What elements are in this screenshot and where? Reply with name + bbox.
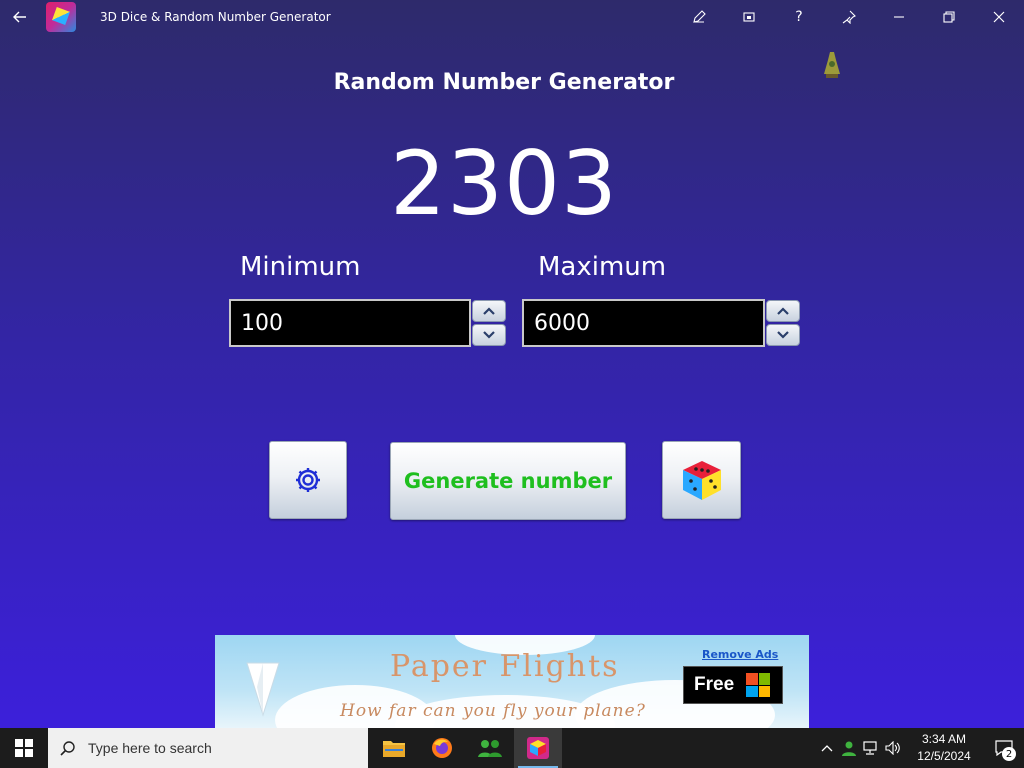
generated-number: 2303 xyxy=(390,132,618,235)
clock-time: 3:34 AM xyxy=(921,732,967,746)
start-button[interactable] xyxy=(0,728,48,768)
generate-number-button[interactable]: Generate number xyxy=(390,442,626,520)
maximum-increment-button[interactable] xyxy=(766,300,800,322)
back-button[interactable] xyxy=(0,0,40,34)
maximum-decrement-button[interactable] xyxy=(766,324,800,346)
system-tray: 3:34 AM 12/5/2024 2 xyxy=(816,728,1024,768)
page-title: Random Number Generator xyxy=(333,70,675,95)
taskbar-people-app[interactable] xyxy=(466,728,514,768)
people-icon xyxy=(478,740,502,757)
tray-user-icon[interactable] xyxy=(838,728,860,768)
notification-count-badge: 2 xyxy=(1002,747,1016,761)
gear-icon xyxy=(296,468,320,492)
minimum-stepper xyxy=(472,300,506,346)
clock-date: 12/5/2024 xyxy=(917,749,971,763)
search-placeholder: Type here to search xyxy=(88,740,212,756)
network-icon xyxy=(863,741,877,755)
person-icon xyxy=(842,741,856,756)
generate-number-label: Generate number xyxy=(403,469,613,493)
chevron-up-icon xyxy=(777,307,789,315)
app-logo-icon xyxy=(46,2,76,32)
pen-icon xyxy=(693,10,706,23)
free-label: Free xyxy=(694,674,735,695)
maximum-stepper xyxy=(766,300,800,346)
dice-app-icon xyxy=(527,737,549,759)
window-title: 3D Dice & Random Number Generator xyxy=(100,10,331,24)
taskbar-firefox[interactable] xyxy=(418,728,466,768)
network-icon[interactable] xyxy=(860,728,882,768)
taskbar: Type here to search 3:34 AM 12/5/2024 2 xyxy=(0,728,1024,768)
search-icon xyxy=(60,741,75,756)
microsoft-store-icon xyxy=(746,673,771,697)
volume-icon[interactable] xyxy=(882,728,904,768)
minimum-decrement-button[interactable] xyxy=(472,324,506,346)
maximum-input[interactable]: 6000 xyxy=(522,299,765,347)
firefox-icon xyxy=(432,738,452,758)
close-button[interactable] xyxy=(974,0,1024,34)
picture-in-picture-icon xyxy=(743,12,755,22)
folder-icon xyxy=(383,741,405,757)
ad-title: Paper Flights xyxy=(390,649,620,684)
taskbar-file-explorer[interactable] xyxy=(370,728,418,768)
close-icon xyxy=(993,11,1005,23)
title-bar: 3D Dice & Random Number Generator ? xyxy=(0,0,1024,34)
minimize-icon xyxy=(894,16,904,18)
show-hidden-icons-button[interactable] xyxy=(816,728,838,768)
ad-banner[interactable]: Paper Flights How far can you fly your p… xyxy=(215,635,809,728)
free-store-badge[interactable]: Free xyxy=(683,666,783,704)
pen-button[interactable] xyxy=(674,0,724,34)
ad-subtitle: How far can you fly your plane? xyxy=(340,701,646,721)
chevron-up-icon xyxy=(821,745,833,752)
restore-button[interactable] xyxy=(924,0,974,34)
speaker-icon xyxy=(885,741,900,755)
question-icon: ? xyxy=(795,9,803,25)
remove-ads-link[interactable]: Remove Ads xyxy=(702,648,778,661)
taskbar-dice-app[interactable] xyxy=(514,728,562,768)
chevron-down-icon xyxy=(483,331,495,339)
restore-icon xyxy=(943,11,955,23)
maximum-label: Maximum xyxy=(538,252,667,282)
action-center-button[interactable]: 2 xyxy=(984,728,1024,768)
back-arrow-icon xyxy=(13,11,26,23)
taskbar-clock[interactable]: 3:34 AM 12/5/2024 xyxy=(904,731,984,765)
minimum-label: Minimum xyxy=(240,252,361,282)
taskbar-search[interactable]: Type here to search xyxy=(48,728,368,768)
paper-plane-icon xyxy=(246,662,280,717)
windows-logo-icon xyxy=(15,739,33,757)
overlay-button[interactable] xyxy=(724,0,774,34)
settings-button[interactable] xyxy=(269,441,347,519)
pin-button[interactable] xyxy=(824,0,874,34)
minimum-input[interactable]: 100 xyxy=(229,299,471,347)
dice-button[interactable] xyxy=(662,441,741,519)
minimum-increment-button[interactable] xyxy=(472,300,506,322)
dice-icon xyxy=(682,461,721,500)
minimize-button[interactable] xyxy=(874,0,924,34)
help-button[interactable]: ? xyxy=(774,0,824,34)
chevron-up-icon xyxy=(483,307,495,315)
pin-icon xyxy=(842,10,856,24)
chevron-down-icon xyxy=(777,331,789,339)
